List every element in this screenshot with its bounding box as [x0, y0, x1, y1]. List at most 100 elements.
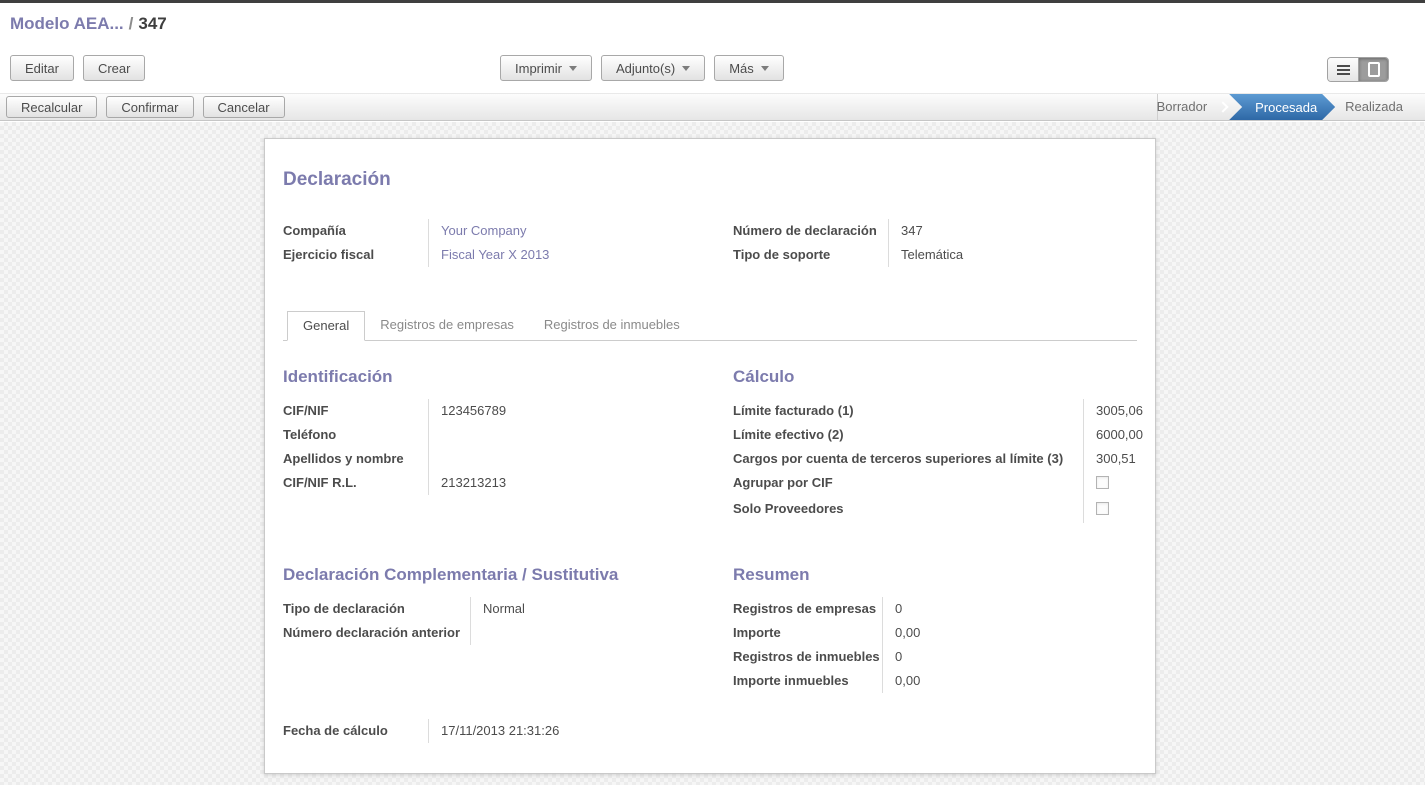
tab-registros-inmuebles[interactable]: Registros de inmuebles [529, 311, 695, 341]
more-label: Más [729, 61, 754, 76]
registros-inmuebles-label: Registros de inmuebles [733, 645, 882, 669]
cif-nif-value: 123456789 [428, 399, 733, 423]
cif-nif-label: CIF/NIF [283, 399, 428, 423]
solo-proveedores-checkbox[interactable] [1096, 502, 1109, 515]
limite-facturado-label: Límite facturado (1) [733, 399, 1083, 423]
breadcrumb-separator: / [124, 14, 139, 33]
form-view-button[interactable] [1358, 58, 1388, 81]
list-icon [1337, 63, 1350, 77]
cargos-terceros-label: Cargos por cuenta de terceros superiores… [733, 447, 1083, 471]
workflow-buttons: Recalcular Confirmar Cancelar [6, 96, 285, 118]
print-dropdown-button[interactable]: Imprimir [500, 55, 592, 81]
agrupar-por-cif-cell [1083, 471, 1143, 497]
list-view-button[interactable] [1328, 58, 1358, 81]
field-fecha-calculo: Fecha de cálculo 17/11/2013 21:31:26 [283, 719, 733, 743]
edit-button[interactable]: Editar [10, 55, 74, 81]
field-support-type: Tipo de soporte Telemática [733, 243, 1137, 267]
summary-group: Resumen Registros de empresas 0 Importe … [733, 565, 1137, 693]
record-action-buttons: Editar Crear [10, 55, 145, 81]
field-cif-nif: CIF/NIF 123456789 [283, 399, 733, 423]
status-step-procesada-active: Procesada [1229, 94, 1335, 120]
breadcrumb: Modelo AEA.../347 [10, 14, 167, 34]
solo-proveedores-cell [1083, 497, 1143, 523]
numero-declaracion-anterior-value [470, 621, 733, 645]
declaration-number-label: Número de declaración [733, 219, 888, 243]
company-label: Compañía [283, 219, 428, 243]
tipo-declaracion-value: Normal [470, 597, 733, 621]
identification-title: Identificación [283, 367, 733, 387]
complementary-title: Declaración Complementaria / Sustitutiva [283, 565, 733, 585]
tab-registros-empresas[interactable]: Registros de empresas [365, 311, 529, 341]
field-numero-declaracion-anterior: Número declaración anterior [283, 621, 733, 645]
field-registros-empresas: Registros de empresas 0 [733, 597, 1137, 621]
notebook-tabs: General Registros de empresas Registros … [283, 311, 1137, 341]
importe-inmuebles-value: 0,00 [882, 669, 1137, 693]
tab-general[interactable]: General [287, 311, 365, 341]
numero-declaracion-anterior-label: Número declaración anterior [283, 621, 470, 645]
company-value-link[interactable]: Your Company [428, 219, 733, 243]
create-button[interactable]: Crear [83, 55, 146, 81]
field-telefono: Teléfono [283, 423, 733, 447]
limite-efectivo-label: Límite efectivo (2) [733, 423, 1083, 447]
declaration-number-value: 347 [888, 219, 1137, 243]
view-switcher [1327, 57, 1389, 82]
cancel-button[interactable]: Cancelar [203, 96, 285, 118]
footer-fields: Fecha de cálculo 17/11/2013 21:31:26 [283, 719, 733, 743]
summary-title: Resumen [733, 565, 1137, 585]
caret-down-icon [761, 66, 769, 71]
caret-down-icon [569, 66, 577, 71]
sheet-title: Declaración [283, 169, 1137, 191]
status-step-borrador: Borrador [1147, 94, 1218, 120]
field-importe-inmuebles: Importe inmuebles 0,00 [733, 669, 1137, 693]
calculation-title: Cálculo [733, 367, 1143, 387]
field-importe: Importe 0,00 [733, 621, 1137, 645]
support-type-label: Tipo de soporte [733, 243, 888, 267]
registros-empresas-label: Registros de empresas [733, 597, 882, 621]
agrupar-por-cif-label: Agrupar por CIF [733, 471, 1083, 497]
confirm-button[interactable]: Confirmar [106, 96, 193, 118]
limite-efectivo-value: 6000,00 [1083, 423, 1143, 447]
agrupar-por-cif-checkbox[interactable] [1096, 476, 1109, 489]
header-fields-right: Número de declaración 347 Tipo de soport… [733, 219, 1137, 267]
limite-facturado-value: 3005,06 [1083, 399, 1143, 423]
importe-value: 0,00 [882, 621, 1137, 645]
apellidos-nombre-value [428, 447, 733, 471]
field-cargos-terceros: Cargos por cuenta de terceros superiores… [733, 447, 1143, 471]
telefono-label: Teléfono [283, 423, 428, 447]
field-agrupar-por-cif: Agrupar por CIF [733, 471, 1143, 497]
support-type-value: Telemática [888, 243, 1137, 267]
breadcrumb-parent-link[interactable]: Modelo AEA... [10, 14, 124, 33]
more-dropdown-button[interactable]: Más [714, 55, 784, 81]
fecha-calculo-label: Fecha de cálculo [283, 719, 428, 743]
recalculate-button[interactable]: Recalcular [6, 96, 97, 118]
status-steps: Borrador Procesada Realizada [1157, 94, 1425, 120]
importe-inmuebles-label: Importe inmuebles [733, 669, 882, 693]
attachments-label: Adjunto(s) [616, 61, 675, 76]
cargos-terceros-value: 300,51 [1083, 447, 1143, 471]
attachments-dropdown-button[interactable]: Adjunto(s) [601, 55, 705, 81]
registros-empresas-value: 0 [882, 597, 1137, 621]
print-label: Imprimir [515, 61, 562, 76]
field-limite-efectivo: Límite efectivo (2) 6000,00 [733, 423, 1143, 447]
breadcrumb-current: 347 [138, 14, 166, 33]
field-solo-proveedores: Solo Proveedores [733, 497, 1143, 523]
cif-nif-rl-label: CIF/NIF R.L. [283, 471, 428, 495]
field-declaration-number: Número de declaración 347 [733, 219, 1137, 243]
header-fields-left: Compañía Your Company Ejercicio fiscal F… [283, 219, 733, 267]
status-step-realizada: Realizada [1335, 94, 1413, 120]
telefono-value [428, 423, 733, 447]
chevron-right-icon [1218, 101, 1229, 112]
tipo-declaracion-label: Tipo de declaración [283, 597, 470, 621]
form-icon [1368, 62, 1380, 77]
field-apellidos-nombre: Apellidos y nombre [283, 447, 733, 471]
field-tipo-declaracion: Tipo de declaración Normal [283, 597, 733, 621]
caret-down-icon [682, 66, 690, 71]
solo-proveedores-label: Solo Proveedores [733, 497, 1083, 523]
registros-inmuebles-value: 0 [882, 645, 1137, 669]
calculation-group: Cálculo Límite facturado (1) 3005,06 Lím… [733, 367, 1143, 523]
statusbar: Recalcular Confirmar Cancelar Borrador P… [0, 93, 1425, 121]
complementary-group: Declaración Complementaria / Sustitutiva… [283, 565, 733, 693]
fecha-calculo-value: 17/11/2013 21:31:26 [428, 719, 733, 743]
apellidos-nombre-label: Apellidos y nombre [283, 447, 428, 471]
fiscal-year-value-link[interactable]: Fiscal Year X 2013 [428, 243, 733, 267]
